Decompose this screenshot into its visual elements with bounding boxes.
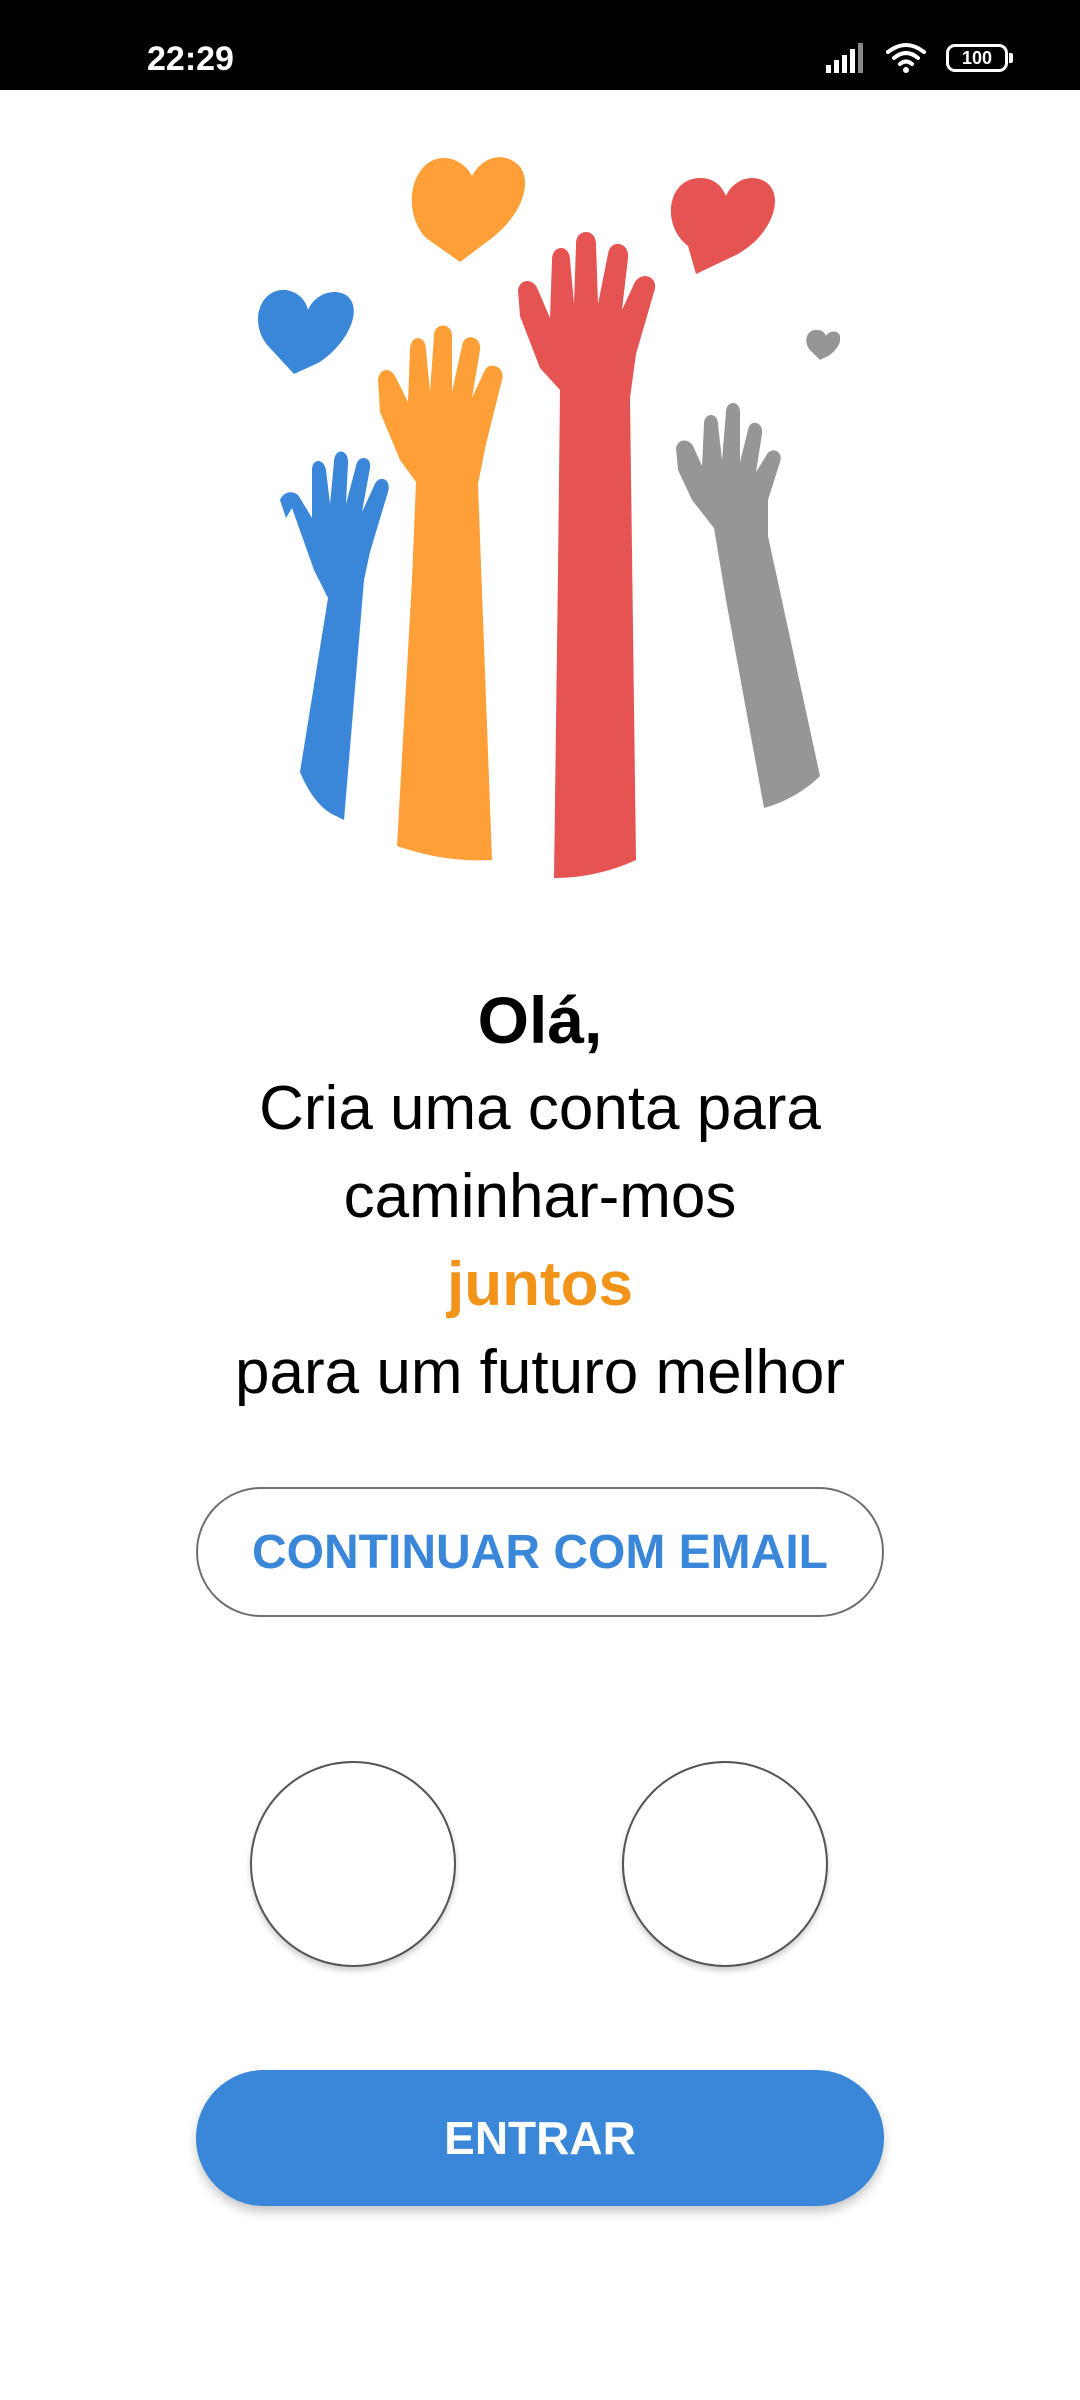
heart-red-icon [670,177,775,274]
status-icons: 100 [826,38,1013,78]
wifi-icon [886,43,926,73]
greeting-title: Olá, [477,983,603,1057]
hand-orange [378,325,503,861]
greeting-line-3: para um futuro melhor [235,1338,845,1407]
greeting-highlight: juntos [447,1250,633,1319]
battery-icon: 100 [946,44,1013,72]
greeting-line-2: caminhar-mos [343,1162,737,1231]
hand-red [518,232,656,878]
greeting: Olá, Cria uma conta para caminhar-mos ju… [0,975,1080,1417]
social-login-button-left[interactable] [250,1761,456,1967]
heart-blue-icon [258,289,354,374]
greeting-line-1: Cria uma conta para [259,1074,821,1143]
status-time: 22:29 [147,40,234,78]
status-bar: 22:29 100 [0,0,1080,90]
heart-gray-icon [806,329,840,360]
heart-orange-icon [411,157,526,262]
hand-gray [676,403,820,808]
continue-with-email-button[interactable]: CONTINUAR COM EMAIL [196,1487,884,1617]
enter-button[interactable]: ENTRAR [196,2070,884,2206]
signal-icon [826,43,863,73]
hand-blue [280,451,389,820]
battery-level: 100 [961,47,993,68]
raised-hands-illustration [258,157,840,878]
social-login-button-right[interactable] [622,1761,828,1967]
